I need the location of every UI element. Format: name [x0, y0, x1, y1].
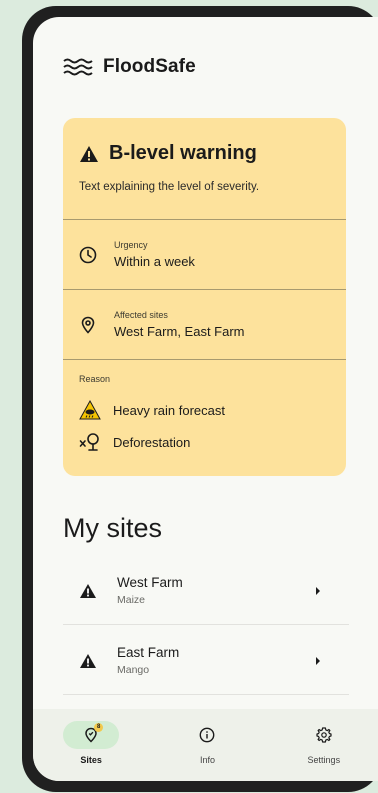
- warning-triangle-icon: [80, 145, 98, 162]
- reason-text: Deforestation: [113, 434, 191, 450]
- waves-logo-icon: [63, 58, 93, 76]
- reason-item: Deforestation: [79, 426, 330, 458]
- warning-triangle-icon: [80, 653, 96, 668]
- site-crop: Maize: [117, 594, 146, 606]
- nav-item-settings[interactable]: Settings: [266, 709, 378, 781]
- app-bar: FloodSafe: [63, 53, 196, 81]
- phone-frame: FloodSafe B-level warning Text explainin…: [22, 6, 378, 792]
- affected-sites-value: West Farm, East Farm: [114, 324, 245, 339]
- clock-icon: [79, 246, 97, 263]
- affected-sites-label: Affected sites: [114, 310, 168, 320]
- warning-title: B-level warning: [109, 142, 257, 164]
- chevron-right-icon: [316, 586, 320, 595]
- bottom-navigation: 8 Sites Info Settings: [33, 709, 378, 781]
- warning-header: B-level warning Text explaining the leve…: [63, 118, 346, 220]
- nav-item-sites[interactable]: 8 Sites: [33, 709, 149, 781]
- site-name: East Farm: [117, 645, 180, 660]
- notification-badge: 8: [94, 723, 104, 732]
- urgency-value: Within a week: [114, 254, 195, 269]
- nav-item-info[interactable]: Info: [149, 709, 265, 781]
- reason-item: Heavy rain forecast: [79, 394, 330, 426]
- nav-label: Settings: [307, 755, 341, 765]
- warning-description: Text explaining the level of severity.: [79, 181, 260, 193]
- my-sites-heading: My sites: [63, 513, 163, 543]
- site-item-east-farm[interactable]: East Farm Mango: [63, 627, 349, 695]
- reason-section: Reason Heavy rain forecast Deforestation: [63, 360, 346, 458]
- chevron-right-icon: [316, 656, 320, 665]
- nav-label: Info: [199, 755, 215, 765]
- urgency-row: Urgency Within a week: [63, 220, 346, 290]
- warning-triangle-icon: [80, 583, 96, 598]
- site-crop: Mango: [117, 664, 150, 676]
- reason-label: Reason: [79, 374, 111, 384]
- location-pin-icon: [81, 316, 95, 334]
- warning-card[interactable]: B-level warning Text explaining the leve…: [63, 118, 346, 476]
- reason-text: Heavy rain forecast: [113, 402, 225, 418]
- app-title: FloodSafe: [103, 56, 196, 77]
- rain-warning-icon: [79, 400, 101, 420]
- site-name: West Farm: [117, 575, 183, 590]
- app-screen: FloodSafe B-level warning Text explainin…: [33, 17, 378, 781]
- site-item-west-farm[interactable]: West Farm Maize: [63, 557, 349, 625]
- affected-sites-row: Affected sites West Farm, East Farm: [63, 290, 346, 360]
- nav-label: Sites: [80, 755, 102, 765]
- urgency-label: Urgency: [114, 240, 148, 250]
- gear-icon: [316, 727, 332, 743]
- info-icon: [200, 727, 215, 743]
- deforestation-icon: [79, 433, 99, 451]
